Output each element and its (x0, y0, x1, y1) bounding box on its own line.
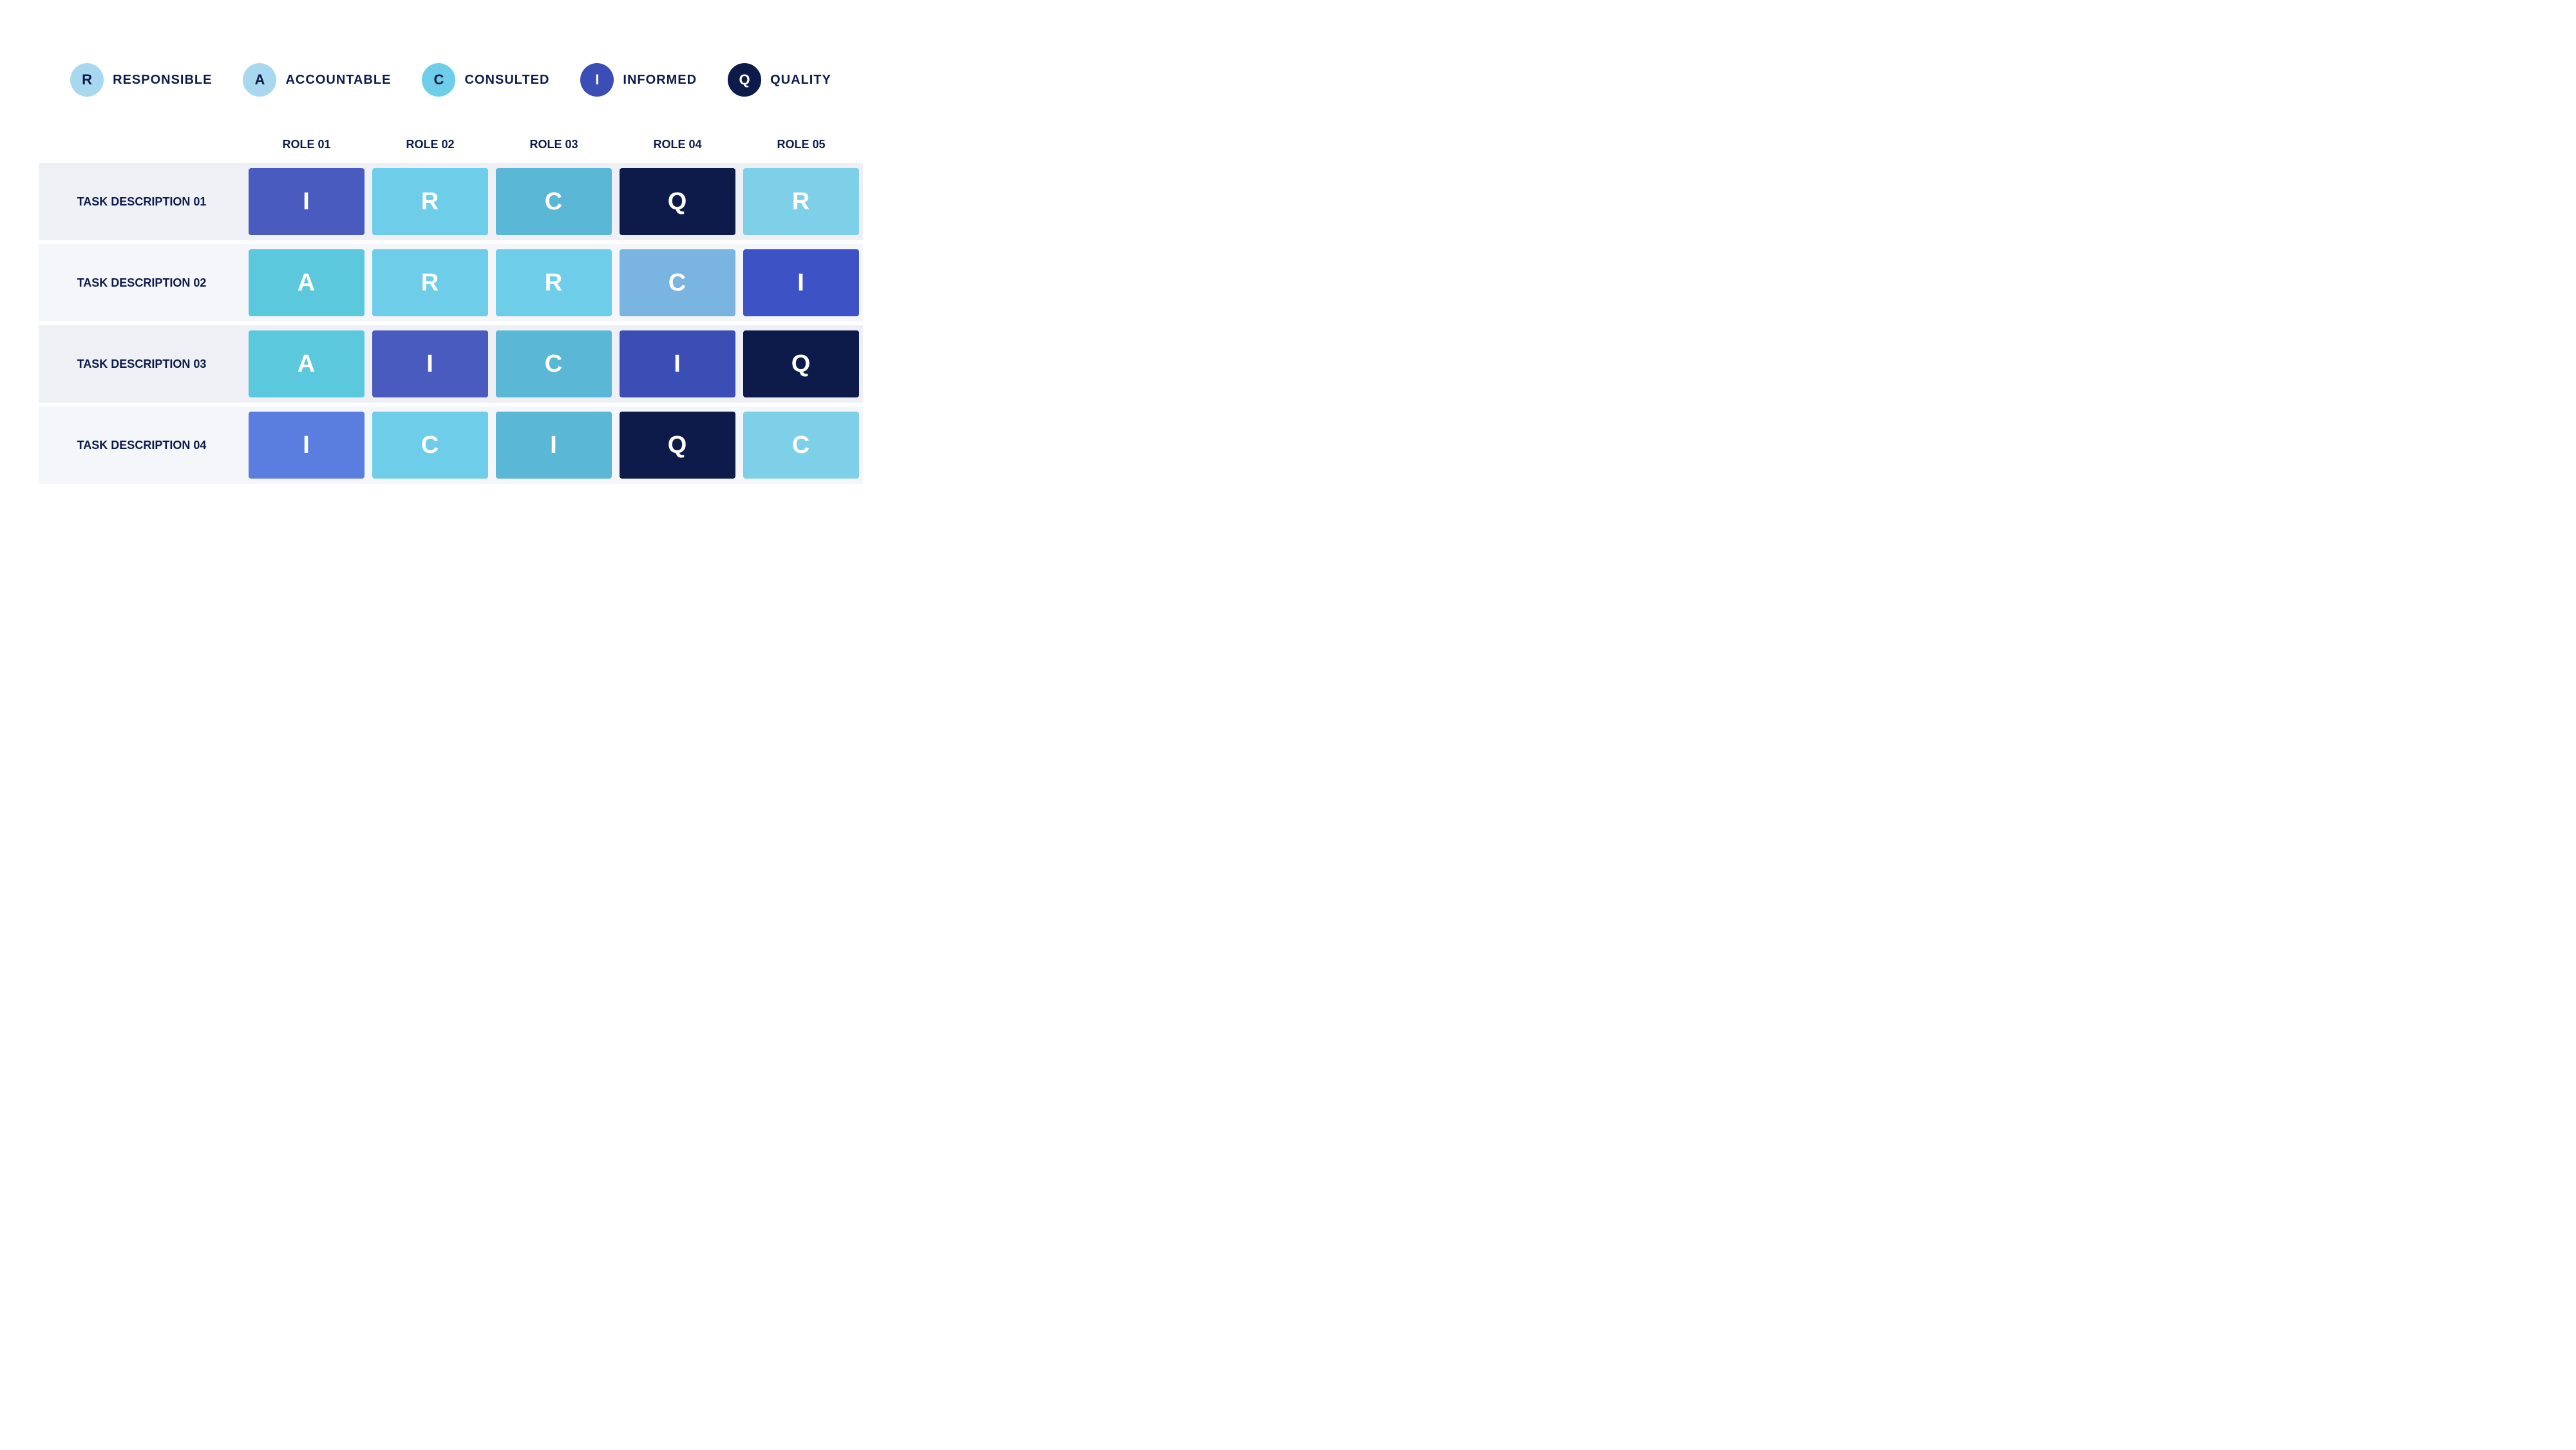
matrix-cell-r3-c3: C (496, 330, 612, 397)
matrix-row-2: TASK DESCRIPTION 02ARRCI (39, 244, 863, 321)
matrix-cell-r3-c2: I (372, 330, 488, 397)
matrix-header-role-5: ROLE 05 (739, 131, 863, 158)
task-label-4: TASK DESCRIPTION 04 (39, 406, 245, 484)
legend-circle-i: I (580, 63, 614, 97)
legend: R RESPONSIBLE A ACCOUNTABLE C CONSULTED I INFOR… (70, 63, 831, 97)
legend-circle-a: A (243, 63, 276, 97)
matrix-cell-r2-c3: R (496, 249, 612, 316)
legend-circle-r: R (70, 63, 104, 97)
matrix-cell-r1-c2: R (372, 168, 488, 235)
matrix-cell-r1-c3: C (496, 168, 612, 235)
matrix-cell-r3-c1: A (249, 330, 365, 397)
task-label-2: TASK DESCRIPTION 02 (39, 244, 245, 321)
matrix-cell-r3-c5: Q (743, 330, 859, 397)
matrix-row-3: TASK DESCRIPTION 03AICIQ (39, 325, 863, 403)
matrix-cell-r4-c5: C (743, 412, 859, 479)
matrix-cell-r2-c5: I (743, 249, 859, 316)
legend-label-q: QUALITY (770, 73, 831, 88)
legend-item-q: Q QUALITY (728, 63, 831, 97)
matrix-cell-r1-c4: Q (620, 168, 735, 235)
matrix-body: TASK DESCRIPTION 01IRCQRTASK DESCRIPTION… (39, 163, 863, 488)
matrix-cell-r3-c4: I (620, 330, 735, 397)
legend-circle-c: C (422, 63, 455, 97)
matrix-header-role-1: ROLE 01 (245, 131, 368, 158)
legend-circle-q: Q (728, 63, 761, 97)
matrix-cell-r1-c1: I (249, 168, 365, 235)
matrix-header-empty (39, 131, 245, 158)
legend-item-i: I INFORMED (580, 63, 697, 97)
legend-label-i: INFORMED (623, 73, 697, 88)
matrix-cell-r2-c1: A (249, 249, 365, 316)
legend-label-r: RESPONSIBLE (113, 73, 212, 88)
task-label-3: TASK DESCRIPTION 03 (39, 325, 245, 403)
legend-item-a: A ACCOUNTABLE (243, 63, 391, 97)
legend-item-r: R RESPONSIBLE (70, 63, 212, 97)
matrix-cell-r4-c3: I (496, 412, 612, 479)
matrix-container: ROLE 01ROLE 02ROLE 03ROLE 04ROLE 05 TASK… (39, 131, 863, 488)
matrix-cell-r2-c2: R (372, 249, 488, 316)
legend-item-c: C CONSULTED (422, 63, 549, 97)
matrix-row-1: TASK DESCRIPTION 01IRCQR (39, 163, 863, 240)
matrix-cell-r2-c4: C (620, 249, 735, 316)
legend-label-a: ACCOUNTABLE (285, 73, 391, 88)
matrix-cell-r4-c1: I (249, 412, 365, 479)
matrix-cell-r1-c5: R (743, 168, 859, 235)
matrix-cell-r4-c4: Q (620, 412, 735, 479)
task-label-1: TASK DESCRIPTION 01 (39, 163, 245, 240)
matrix-cell-r4-c2: C (372, 412, 488, 479)
legend-label-c: CONSULTED (464, 73, 549, 88)
matrix-header-role-2: ROLE 02 (368, 131, 492, 158)
matrix-row-4: TASK DESCRIPTION 04ICIQC (39, 406, 863, 484)
matrix-header-role-3: ROLE 03 (492, 131, 616, 158)
matrix-header-role-4: ROLE 04 (616, 131, 739, 158)
matrix-header-row: ROLE 01ROLE 02ROLE 03ROLE 04ROLE 05 (39, 131, 863, 158)
